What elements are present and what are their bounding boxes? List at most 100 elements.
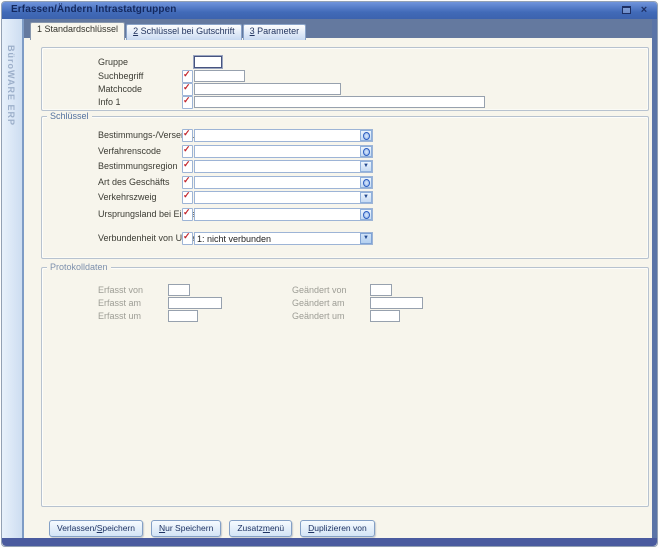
bestimmungsregion-input[interactable] xyxy=(194,160,373,173)
field-row-erfasst-von: Erfasst von Geändert von xyxy=(42,284,648,297)
button-accel: m xyxy=(263,523,270,533)
art-des-geschaefts-input[interactable] xyxy=(194,176,373,189)
verkehrszweig-combo: ▼ xyxy=(194,191,373,204)
restore-glyph xyxy=(622,6,631,14)
duplizieren-von-button[interactable]: Duplizieren von xyxy=(300,520,375,537)
geaendert-am-input[interactable] xyxy=(370,297,423,309)
tab-label: 1 Standardschlüssel xyxy=(37,24,118,34)
field-row-gruppe: Gruppe xyxy=(42,56,648,69)
ursprungsland-input[interactable] xyxy=(194,208,373,221)
verfahrenscode-label: Verfahrenscode xyxy=(98,146,161,156)
geaendert-um-input[interactable] xyxy=(370,310,400,322)
field-row-verkehrszweig: Verkehrszweig ✓ ▼ xyxy=(42,191,648,204)
erfasst-von-label: Erfasst von xyxy=(98,285,143,295)
field-row-erfasst-um: Erfasst um Geändert um xyxy=(42,310,648,323)
bestimmungsregion-label: Bestimmungsregion xyxy=(98,161,178,171)
tab-label: Parameter xyxy=(255,26,300,36)
verfahrenscode-input[interactable] xyxy=(194,145,373,158)
field-row-matchcode: Matchcode ✓ xyxy=(42,83,648,96)
verlassen-speichern-button[interactable]: Verlassen/Speichern xyxy=(49,520,143,537)
erfasst-am-input[interactable] xyxy=(168,297,222,309)
verkehrszweig-label: Verkehrszweig xyxy=(98,192,157,202)
lookup-button[interactable] xyxy=(360,209,372,220)
check-glyph: ✓ xyxy=(183,128,191,139)
gruppe-input[interactable] xyxy=(194,56,222,68)
field-edit-check-icon: ✓ xyxy=(182,208,193,221)
check-glyph: ✓ xyxy=(183,190,191,201)
geaendert-von-label: Geändert von xyxy=(292,285,347,295)
info1-label: Info 1 xyxy=(98,97,121,107)
tab-parameter[interactable]: 3 Parameter xyxy=(243,24,307,40)
schluessel-legend: Schlüssel xyxy=(47,111,92,121)
button-label: uplizieren von xyxy=(314,523,366,533)
verbundenheit-input[interactable] xyxy=(194,232,373,245)
field-row-ursprungsland: Ursprungsland bei Eingang ✓ xyxy=(42,208,648,221)
tab-bar: 1 Standardschlüssel 2 Schlüssel bei Guts… xyxy=(30,22,307,40)
info1-input[interactable] xyxy=(194,96,485,108)
art-des-geschaefts-label: Art des Geschäfts xyxy=(98,177,170,187)
dropdown-button[interactable]: ▼ xyxy=(360,192,372,203)
bestimmungsland-combo xyxy=(194,129,373,142)
bestimmungsland-input[interactable] xyxy=(194,129,373,142)
field-row-verbundenheit: Verbundenheit von Unternehmen ✓ ▼ xyxy=(42,232,648,245)
lookup-icon xyxy=(363,179,370,187)
tab-standardschluessel[interactable]: 1 Standardschlüssel xyxy=(30,22,125,40)
restore-icon[interactable] xyxy=(620,4,632,16)
groupbox-general: Gruppe Suchbegriff ✓ Matchcode ✓ Info 1 … xyxy=(41,47,649,111)
button-row: Verlassen/Speichern Nur Speichern Zusatz… xyxy=(49,520,375,537)
field-edit-check-icon: ✓ xyxy=(182,129,193,142)
lookup-icon xyxy=(363,132,370,140)
geaendert-am-label: Geändert am xyxy=(292,298,345,308)
field-row-verfahrenscode: Verfahrenscode ✓ xyxy=(42,145,648,158)
check-glyph: ✓ xyxy=(183,159,191,170)
chevron-down-icon: ▼ xyxy=(363,193,369,202)
matchcode-input[interactable] xyxy=(194,83,341,95)
field-edit-check-icon: ✓ xyxy=(182,96,193,109)
dropdown-button[interactable]: ▼ xyxy=(360,233,372,244)
check-glyph: ✓ xyxy=(183,175,191,186)
window-right-edge xyxy=(652,19,657,538)
button-label: ur Speichern xyxy=(165,523,213,533)
gruppe-label: Gruppe xyxy=(98,57,128,67)
window-bottom-edge xyxy=(2,538,657,546)
dropdown-button[interactable]: ▼ xyxy=(360,161,372,172)
window-title: Erfassen/Ändern Intrastatgruppen xyxy=(11,4,176,15)
chevron-down-icon: ▼ xyxy=(363,234,369,243)
erfasst-am-label: Erfasst am xyxy=(98,298,141,308)
dialog-window: Erfassen/Ändern Intrastatgruppen × BüroW… xyxy=(1,1,658,547)
ursprungsland-combo xyxy=(194,208,373,221)
title-bar[interactable]: Erfassen/Ändern Intrastatgruppen × xyxy=(2,2,657,19)
lookup-button[interactable] xyxy=(360,177,372,188)
check-glyph: ✓ xyxy=(183,207,191,218)
verfahrenscode-combo xyxy=(194,145,373,158)
nur-speichern-button[interactable]: Nur Speichern xyxy=(151,520,221,537)
button-label: enü xyxy=(270,523,284,533)
lookup-icon xyxy=(363,211,370,219)
bestimmungsregion-combo: ▼ xyxy=(194,160,373,173)
tab-label: Schlüssel bei Gutschrift xyxy=(138,26,235,36)
field-edit-check-icon: ✓ xyxy=(182,176,193,189)
field-edit-check-icon: ✓ xyxy=(182,232,193,245)
art-des-geschaefts-combo xyxy=(194,176,373,189)
check-glyph: ✓ xyxy=(183,95,191,106)
suchbegriff-input[interactable] xyxy=(194,70,245,82)
field-edit-check-icon: ✓ xyxy=(182,145,193,158)
field-row-suchbegriff: Suchbegriff ✓ xyxy=(42,70,648,83)
lookup-button[interactable] xyxy=(360,146,372,157)
button-label: Zusatz xyxy=(237,523,263,533)
erfasst-um-input[interactable] xyxy=(168,310,198,322)
lookup-button[interactable] xyxy=(360,130,372,141)
geaendert-von-input[interactable] xyxy=(370,284,392,296)
chevron-down-icon: ▼ xyxy=(363,162,369,171)
zusatzmenu-button[interactable]: Zusatzmenü xyxy=(229,520,292,537)
field-row-bestimmungsland: Bestimmungs-/Versendungsland ✓ xyxy=(42,129,648,142)
check-glyph: ✓ xyxy=(183,144,191,155)
check-glyph: ✓ xyxy=(183,82,191,93)
erfasst-von-input[interactable] xyxy=(168,284,190,296)
verkehrszweig-input[interactable] xyxy=(194,191,373,204)
field-row-bestimmungsregion: Bestimmungsregion ✓ ▼ xyxy=(42,160,648,173)
tab-schluessel-bei-gutschrift[interactable]: 2 Schlüssel bei Gutschrift xyxy=(126,24,242,40)
protokolldaten-legend: Protokolldaten xyxy=(47,262,111,272)
field-edit-check-icon: ✓ xyxy=(182,191,193,204)
close-icon[interactable]: × xyxy=(638,4,650,16)
